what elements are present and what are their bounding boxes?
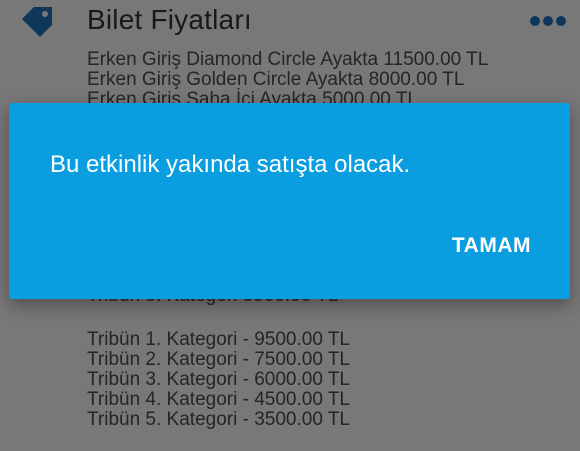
dialog-message: Bu etkinlik yakında satışta olacak. bbox=[50, 151, 411, 178]
ok-button[interactable]: TAMAM bbox=[452, 234, 531, 258]
info-dialog: Bu etkinlik yakında satışta olacak. TAMA… bbox=[9, 103, 570, 299]
